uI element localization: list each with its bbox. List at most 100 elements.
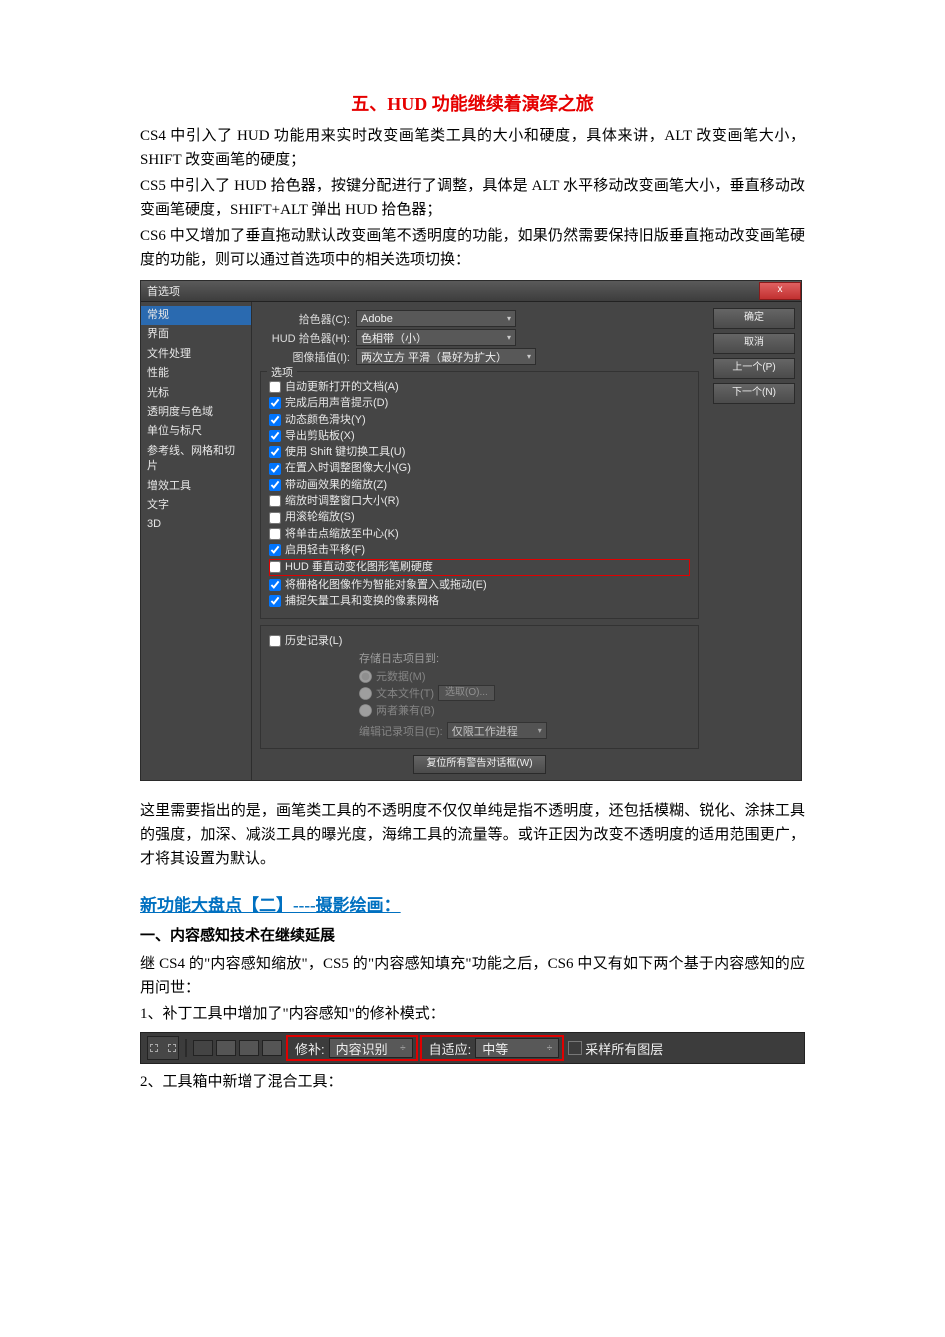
sidebar-item-interface[interactable]: 界面 <box>141 325 251 344</box>
sidebar-item-units[interactable]: 单位与标尺 <box>141 422 251 441</box>
cancel-button[interactable]: 取消 <box>713 333 795 354</box>
picker-combo[interactable]: Adobe <box>356 310 516 327</box>
option-checkbox-8[interactable] <box>269 512 281 524</box>
next-button[interactable]: 下一个(N) <box>713 383 795 404</box>
history-legend: 历史记录(L) <box>285 634 342 648</box>
paragraph-cs5: CS5 中引入了 HUD 拾色器，按键分配进行了调整，具体是 ALT 水平移动改… <box>140 174 805 222</box>
option-checkbox-11[interactable] <box>269 561 281 573</box>
dialog-titlebar: 首选项 x <box>141 281 801 302</box>
sidebar-item-plugins[interactable]: 增效工具 <box>141 477 251 496</box>
title-suffix: 功能继续着演绎之旅 <box>427 94 594 114</box>
dialog-buttons: 确定 取消 上一个(P) 下一个(N) <box>707 302 801 780</box>
option-row-5: 在置入时调整图像大小(G) <box>269 461 690 475</box>
radio-metadata[interactable] <box>359 670 372 683</box>
sidebar-item-cursors[interactable]: 光标 <box>141 384 251 403</box>
paragraph-note: 这里需要指出的是，画笔类工具的不透明度不仅仅单纯是指不透明度，还包括模糊、锐化、… <box>140 799 805 871</box>
selmode-new-icon[interactable] <box>193 1040 213 1056</box>
toolbar-separator <box>185 1039 187 1057</box>
hud-combo[interactable]: 色相带（小） <box>356 329 516 346</box>
option-label-4: 使用 Shift 键切换工具(U) <box>285 445 405 459</box>
option-checkbox-12[interactable] <box>269 579 281 591</box>
option-row-11: HUD 垂直动变化图形笔刷硬度 <box>269 559 690 575</box>
option-checkbox-0[interactable] <box>269 381 281 393</box>
option-label-12: 将栅格化图像作为智能对象置入或拖动(E) <box>285 578 487 592</box>
adaptive-combo[interactable]: 中等 <box>475 1038 559 1058</box>
hud-label: HUD 拾色器(H): <box>260 330 356 346</box>
sidebar-item-3d[interactable]: 3D <box>141 515 251 534</box>
option-label-2: 动态颜色滑块(Y) <box>285 413 366 427</box>
option-label-8: 用滚轮缩放(S) <box>285 510 355 524</box>
history-save-label: 存储日志项目到: <box>359 650 690 666</box>
section2-heading: 新功能大盘点【二】----摄影绘画： <box>140 891 805 916</box>
patch-tool-icon[interactable] <box>147 1036 179 1060</box>
interp-combo[interactable]: 两次立方 平滑（最好为扩大） <box>356 348 536 365</box>
option-row-0: 自动更新打开的文档(A) <box>269 380 690 394</box>
selection-mode-group <box>193 1040 282 1056</box>
option-row-13: 捕捉矢量工具和变换的像素网格 <box>269 594 690 608</box>
section-title: 五、HUD 功能继续着演绎之旅 <box>140 90 805 116</box>
history-checkbox[interactable] <box>269 635 281 647</box>
option-checkbox-7[interactable] <box>269 495 281 507</box>
editlog-label: 编辑记录项目(E): <box>359 723 443 739</box>
reset-warnings-button[interactable]: 复位所有警告对话框(W) <box>413 755 545 774</box>
sample-all-checkbox[interactable] <box>568 1041 582 1055</box>
history-group: 历史记录(L) 存储日志项目到: 元数据(M) 文本文件(T)选取(O)... … <box>260 625 699 749</box>
option-label-11: HUD 垂直动变化图形笔刷硬度 <box>285 560 433 574</box>
selmode-add-icon[interactable] <box>216 1040 236 1056</box>
sidebar-item-general[interactable]: 常规 <box>141 306 251 325</box>
radio-textfile[interactable] <box>359 687 372 700</box>
option-row-2: 动态颜色滑块(Y) <box>269 413 690 427</box>
patch-mode-combo[interactable]: 内容识别 <box>329 1038 413 1058</box>
title-prefix: 五、 <box>351 94 387 114</box>
ok-button[interactable]: 确定 <box>713 308 795 329</box>
sample-all-label: 采样所有图层 <box>585 1039 663 1058</box>
option-label-7: 缩放时调整窗口大小(R) <box>285 494 399 508</box>
option-label-13: 捕捉矢量工具和变换的像素网格 <box>285 594 439 608</box>
option-row-7: 缩放时调整窗口大小(R) <box>269 494 690 508</box>
preferences-sidebar: 常规 界面 文件处理 性能 光标 透明度与色域 单位与标尺 参考线、网格和切片 … <box>141 302 252 780</box>
option-row-4: 使用 Shift 键切换工具(U) <box>269 445 690 459</box>
option-checkbox-13[interactable] <box>269 595 281 607</box>
option-label-1: 完成后用声音提示(D) <box>285 396 388 410</box>
sidebar-item-transparency[interactable]: 透明度与色域 <box>141 403 251 422</box>
option-row-3: 导出剪贴板(X) <box>269 429 690 443</box>
patch-label: 修补: <box>295 1039 325 1058</box>
option-label-0: 自动更新打开的文档(A) <box>285 380 399 394</box>
option-label-5: 在置入时调整图像大小(G) <box>285 461 411 475</box>
option-checkbox-5[interactable] <box>269 463 281 475</box>
choose-button[interactable]: 选取(O)... <box>438 685 495 701</box>
sidebar-item-type[interactable]: 文字 <box>141 496 251 515</box>
sidebar-item-performance[interactable]: 性能 <box>141 364 251 383</box>
selmode-int-icon[interactable] <box>262 1040 282 1056</box>
option-checkbox-3[interactable] <box>269 430 281 442</box>
section2-intro: 继 CS4 的"内容感知缩放"，CS5 的"内容感知填充"功能之后，CS6 中又… <box>140 952 805 1000</box>
options-group: 选项 自动更新打开的文档(A)完成后用声音提示(D)动态颜色滑块(Y)导出剪贴板… <box>260 371 699 619</box>
adaptive-highlight: 自适应: 中等 <box>422 1037 563 1059</box>
sidebar-item-filehandling[interactable]: 文件处理 <box>141 345 251 364</box>
patch-toolbar: 修补: 内容识别 自适应: 中等 采样所有图层 <box>140 1032 805 1064</box>
prev-button[interactable]: 上一个(P) <box>713 358 795 379</box>
option-checkbox-9[interactable] <box>269 528 281 540</box>
preferences-main: 拾色器(C): Adobe HUD 拾色器(H): 色相带（小） 图像插值(I)… <box>252 302 707 780</box>
radio-both[interactable] <box>359 704 372 717</box>
option-checkbox-4[interactable] <box>269 446 281 458</box>
picker-label: 拾色器(C): <box>260 311 356 327</box>
option-label-3: 导出剪贴板(X) <box>285 429 355 443</box>
paragraph-cs6: CS6 中又增加了垂直拖动默认改变画笔不透明度的功能，如果仍然需要保持旧版垂直拖… <box>140 224 805 272</box>
option-checkbox-10[interactable] <box>269 544 281 556</box>
editlog-combo[interactable]: 仅限工作进程 <box>447 722 547 739</box>
option-label-9: 将单击点缩放至中心(K) <box>285 527 399 541</box>
option-row-9: 将单击点缩放至中心(K) <box>269 527 690 541</box>
section2-item1: 1、补丁工具中增加了"内容感知"的修补模式： <box>140 1002 805 1026</box>
close-button[interactable]: x <box>759 282 801 300</box>
selmode-sub-icon[interactable] <box>239 1040 259 1056</box>
patch-mode-highlight: 修补: 内容识别 <box>288 1037 416 1059</box>
option-checkbox-1[interactable] <box>269 397 281 409</box>
option-row-12: 将栅格化图像作为智能对象置入或拖动(E) <box>269 578 690 592</box>
option-checkbox-6[interactable] <box>269 479 281 491</box>
sidebar-item-guides[interactable]: 参考线、网格和切片 <box>141 442 251 477</box>
options-legend: 选项 <box>267 364 297 380</box>
interp-label: 图像插值(I): <box>260 349 356 365</box>
option-checkbox-2[interactable] <box>269 414 281 426</box>
paragraph-cs4: CS4 中引入了 HUD 功能用来实时改变画笔类工具的大小和硬度，具体来讲，AL… <box>140 124 805 172</box>
